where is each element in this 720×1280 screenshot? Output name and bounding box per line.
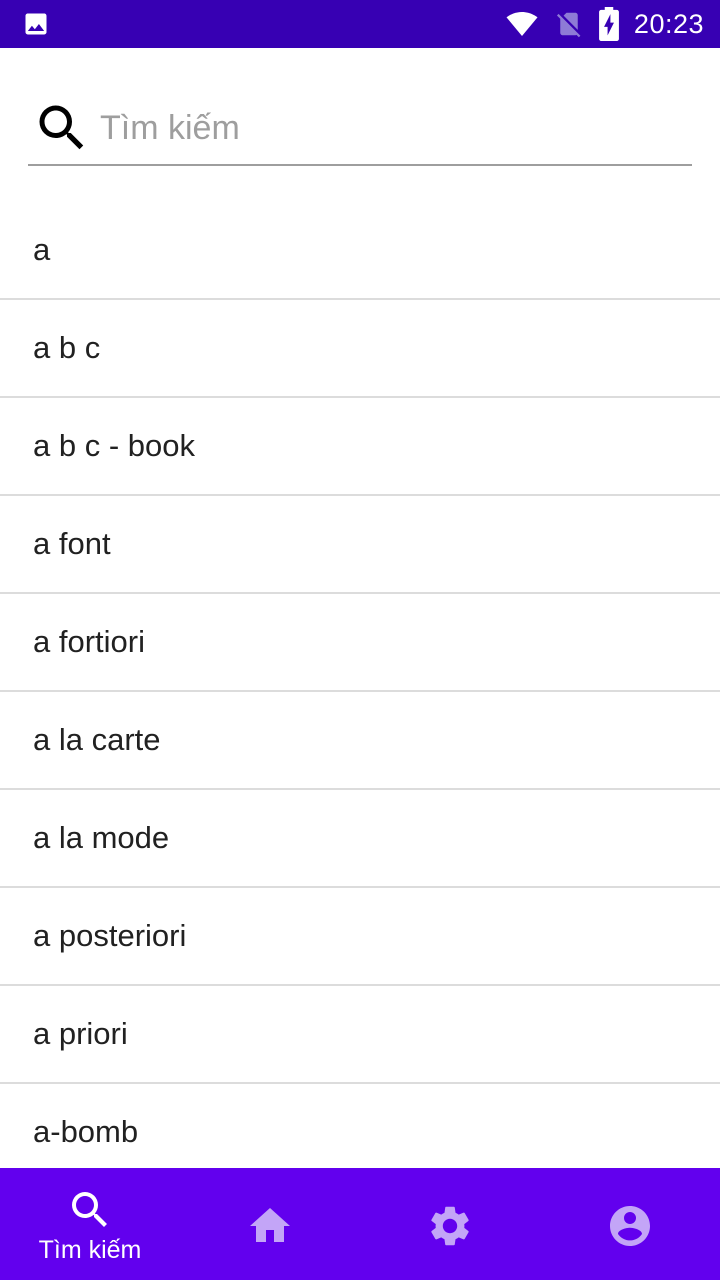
battery-charging-icon	[598, 7, 620, 41]
search-icon	[32, 98, 92, 158]
status-left	[22, 10, 50, 38]
status-right: 20:23	[504, 7, 704, 41]
nav-item-account[interactable]	[540, 1168, 720, 1280]
search-box[interactable]	[28, 88, 692, 166]
list-item[interactable]: a la mode	[0, 790, 720, 888]
status-bar: 20:23	[0, 0, 720, 48]
nav-label-search: Tìm kiếm	[38, 1236, 142, 1264]
bottom-navigation: Tìm kiếm	[0, 1168, 720, 1280]
nav-item-settings[interactable]	[360, 1168, 540, 1280]
search-input[interactable]	[100, 98, 692, 158]
list-item[interactable]: a b c	[0, 300, 720, 398]
status-time: 20:23	[633, 8, 704, 39]
list-item[interactable]: a	[0, 202, 720, 300]
list-item[interactable]: a posteriori	[0, 888, 720, 986]
image-icon	[22, 10, 50, 38]
list-item[interactable]: a priori	[0, 986, 720, 1084]
nav-item-home[interactable]	[180, 1168, 360, 1280]
list-item[interactable]: a font	[0, 496, 720, 594]
list-item[interactable]: a b c - book	[0, 398, 720, 496]
list-item[interactable]: a la carte	[0, 692, 720, 790]
no-sim-icon	[554, 8, 584, 40]
word-list: a a b c a b c - book a font a fortiori a…	[0, 202, 720, 1168]
list-item[interactable]: a fortiori	[0, 594, 720, 692]
wifi-icon	[504, 8, 540, 40]
list-item[interactable]: a-bomb	[0, 1084, 720, 1168]
nav-item-search[interactable]: Tìm kiếm	[0, 1168, 180, 1280]
